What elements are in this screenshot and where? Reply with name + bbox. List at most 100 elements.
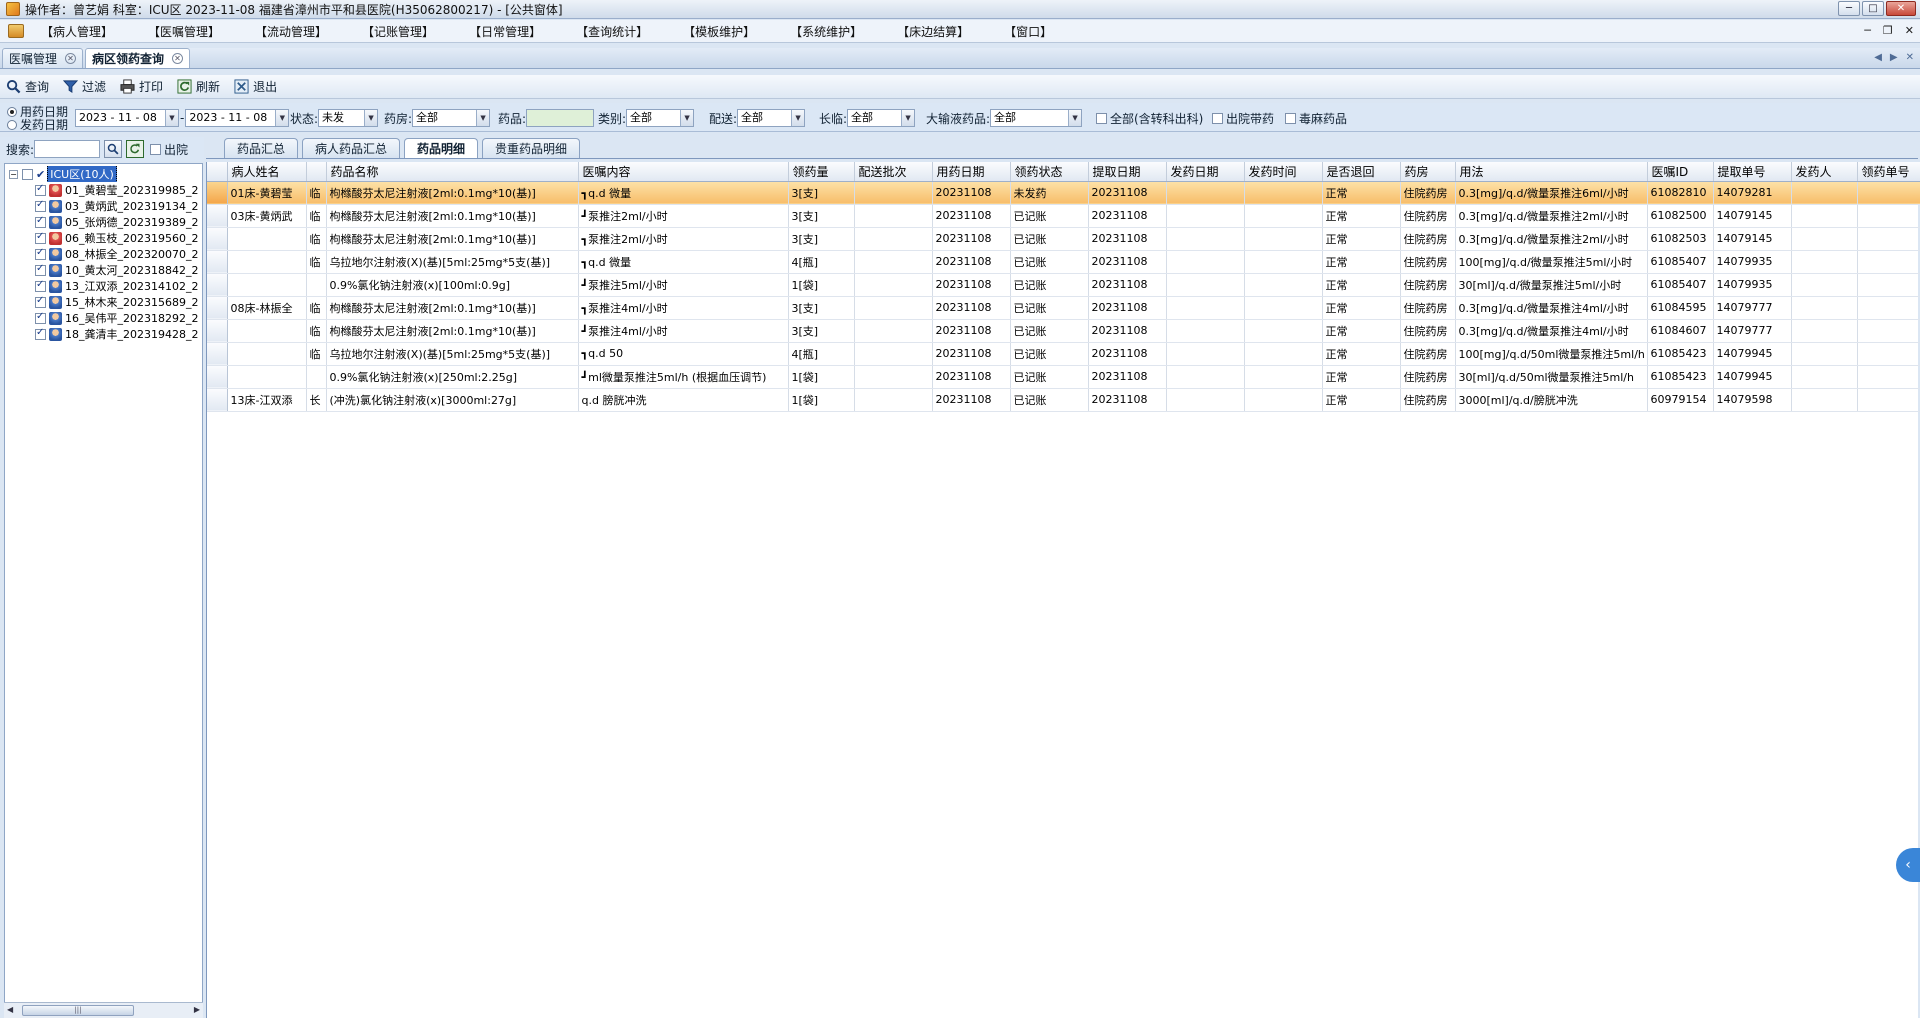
row-indicator[interactable] xyxy=(207,227,228,251)
column-header[interactable]: 医嘱ID xyxy=(1647,162,1714,182)
tab-next-icon[interactable]: ▶ xyxy=(1890,52,1898,63)
table-row[interactable]: 01床-黄碧莹临枸橼酸芬太尼注射液[2ml:0.1mg*10(基)] ┓q.d 微… xyxy=(207,181,1920,205)
row-indicator[interactable] xyxy=(207,250,228,274)
status-select[interactable]: 未发 ▼ xyxy=(318,109,379,127)
print-button[interactable]: 打印 xyxy=(120,78,163,95)
menu-system-maintenance[interactable]: 【系统维护】 xyxy=(785,21,867,42)
patient-checkbox[interactable] xyxy=(35,279,46,292)
mdi-close-icon[interactable]: ✕ xyxy=(1905,24,1914,37)
app-menu-icon[interactable] xyxy=(8,24,24,38)
dropdown-arrow-icon[interactable]: ▼ xyxy=(1068,110,1082,126)
menu-patient-management[interactable]: 【病人管理】 xyxy=(36,21,118,42)
all-transfer-checkbox[interactable] xyxy=(1096,112,1107,124)
date-from-picker[interactable]: 2023 - 11 - 08 ▼ xyxy=(75,109,179,127)
table-row[interactable]: 临乌拉地尔注射液(X)(基)[5ml:25mg*5支(基)] ┓q.d 微量 4[瓶… xyxy=(207,250,1920,274)
tab-patient-drug-summary[interactable]: 病人药品汇总 xyxy=(302,138,401,158)
table-row[interactable]: 13床-江双添长 (冲洗)氯化钠注射液(x)[3000ml:27g] q.d 膀胱冲… xyxy=(207,388,1920,412)
row-indicator[interactable] xyxy=(207,319,228,343)
row-indicator[interactable] xyxy=(207,273,228,297)
dropdown-arrow-icon[interactable]: ▼ xyxy=(901,110,915,126)
row-indicator[interactable] xyxy=(207,296,228,320)
tree-patient-node[interactable]: 01_黄碧莹_202319985_2 xyxy=(35,182,198,198)
tab-drug-summary[interactable]: 药品汇总 xyxy=(224,138,299,158)
column-header[interactable]: 用法 xyxy=(1455,162,1648,182)
tab-ward-drug-query[interactable]: 病区领药查询 ✕ xyxy=(85,48,191,68)
table-row[interactable]: 临枸橼酸芬太尼注射液[2ml:0.1mg*10(基)] ┓泵推注2ml/小时 3[支… xyxy=(207,227,1920,251)
tree-patient-node[interactable]: 18_龚清丰_202319428_2 xyxy=(35,326,198,342)
menu-daily-management[interactable]: 【日常管理】 xyxy=(464,21,546,42)
infusion-select[interactable]: 全部 ▼ xyxy=(990,109,1083,127)
menu-billing-management[interactable]: 【记账管理】 xyxy=(357,21,439,42)
row-indicator[interactable] xyxy=(207,388,228,412)
refresh-button[interactable]: 刷新 xyxy=(177,78,220,95)
drug-input[interactable] xyxy=(526,109,595,127)
patient-checkbox[interactable] xyxy=(35,295,46,308)
discharged-checkbox[interactable] xyxy=(150,143,162,155)
maximize-button[interactable]: □ xyxy=(1862,1,1884,16)
tree-patient-node[interactable]: 10_黄太河_202318842_2 xyxy=(35,262,198,278)
dropdown-arrow-icon[interactable]: ▼ xyxy=(680,110,694,126)
tree-root[interactable]: − ✔ ICU区(10人) xyxy=(9,166,117,182)
row-indicator[interactable] xyxy=(207,181,228,205)
patient-checkbox[interactable] xyxy=(35,231,46,244)
tree-patient-node[interactable]: 15_林木来_202315689_2 xyxy=(35,294,198,310)
column-header[interactable]: 用药日期 xyxy=(932,162,1011,182)
tab-close-all-icon[interactable]: ✕ xyxy=(1906,52,1914,63)
patient-checkbox[interactable] xyxy=(35,247,46,260)
patient-checkbox[interactable] xyxy=(35,311,46,324)
menu-template-maintenance[interactable]: 【模板维护】 xyxy=(678,21,760,42)
column-header[interactable]: 是否退回 xyxy=(1322,162,1401,182)
dropdown-arrow-icon[interactable]: ▼ xyxy=(476,110,490,126)
row-indicator[interactable] xyxy=(207,342,228,366)
tab-expensive-drug-detail[interactable]: 贵重药品明细 xyxy=(482,138,581,158)
column-header[interactable]: 发药时间 xyxy=(1244,162,1323,182)
close-tab-icon[interactable]: ✕ xyxy=(65,53,77,64)
close-tab-icon[interactable]: ✕ xyxy=(172,53,184,64)
dropdown-arrow-icon[interactable]: ▼ xyxy=(791,110,805,126)
column-header[interactable]: 药房 xyxy=(1400,162,1456,182)
table-row[interactable]: 0.9%氯化钠注射液(x)[250ml:2.25g] ┛ml微量泵推注5ml/h … xyxy=(207,365,1920,389)
column-header[interactable]: 医嘱内容 xyxy=(578,162,789,182)
tree-refresh-button[interactable] xyxy=(126,140,145,158)
tree-root-checkbox[interactable] xyxy=(22,168,33,180)
menu-order-management[interactable]: 【医嘱管理】 xyxy=(143,21,225,42)
date-to-picker[interactable]: 2023 - 11 - 08 ▼ xyxy=(185,109,290,127)
exit-button[interactable]: 退出 xyxy=(234,78,277,95)
mdi-restore-icon[interactable]: ❐ xyxy=(1883,24,1893,37)
patient-search-input[interactable] xyxy=(34,140,101,158)
delivery-select[interactable]: 全部 ▼ xyxy=(737,109,806,127)
tree-patient-node[interactable]: 05_张炳德_202319389_2 xyxy=(35,214,198,230)
dropdown-arrow-icon[interactable]: ▼ xyxy=(364,110,378,126)
column-header[interactable]: 发药人 xyxy=(1791,162,1858,182)
table-row[interactable]: 0.9%氯化钠注射液(x)[100ml:0.9g] ┛泵推注5ml/小时 1[袋] 2… xyxy=(207,273,1920,297)
column-header[interactable]: 发药日期 xyxy=(1166,162,1245,182)
table-row[interactable]: 08床-林振全临枸橼酸芬太尼注射液[2ml:0.1mg*10(基)] ┓泵推注4m… xyxy=(207,296,1920,320)
tree-patient-node[interactable]: 06_赖玉枝_202319560_2 xyxy=(35,230,198,246)
query-button[interactable]: 查询 xyxy=(6,78,49,95)
column-header[interactable] xyxy=(306,162,327,182)
table-row[interactable]: 临枸橼酸芬太尼注射液[2ml:0.1mg*10(基)] ┛泵推注4ml/小时 3[支… xyxy=(207,319,1920,343)
patient-checkbox[interactable] xyxy=(35,327,46,340)
column-header[interactable]: 配送批次 xyxy=(854,162,933,182)
collapse-icon[interactable]: − xyxy=(9,169,18,179)
row-indicator[interactable] xyxy=(207,365,228,389)
radio-dispense-date[interactable]: 发药日期 xyxy=(7,118,68,131)
patient-checkbox[interactable] xyxy=(35,263,46,276)
scrollbar-thumb[interactable]: ||| xyxy=(22,1005,134,1016)
dropdown-arrow-icon[interactable]: ▼ xyxy=(275,110,289,126)
toxic-drugs-checkbox[interactable] xyxy=(1285,112,1296,124)
column-header[interactable]: 领药状态 xyxy=(1010,162,1089,182)
menu-window[interactable]: 【窗口】 xyxy=(999,21,1057,42)
tree-patient-node[interactable]: 03_黄炳武_202319134_2 xyxy=(35,198,198,214)
patient-search-button[interactable] xyxy=(104,140,123,158)
patient-checkbox[interactable] xyxy=(35,183,46,196)
column-header[interactable]: 领药单号 xyxy=(1857,162,1920,182)
column-header[interactable]: 药品名称 xyxy=(326,162,579,182)
table-row[interactable]: 临乌拉地尔注射液(X)(基)[5ml:25mg*5支(基)] ┓q.d 50 4[瓶… xyxy=(207,342,1920,366)
menu-query-statistics[interactable]: 【查询统计】 xyxy=(571,21,653,42)
radio-use-date[interactable]: 用药日期 xyxy=(7,105,68,118)
tab-order-management[interactable]: 医嘱管理 ✕ xyxy=(2,48,84,68)
menu-bedside-settlement[interactable]: 【床边结算】 xyxy=(892,21,974,42)
patient-checkbox[interactable] xyxy=(35,199,46,212)
table-row[interactable]: 03床-黄炳武临枸橼酸芬太尼注射液[2ml:0.1mg*10(基)] ┛泵推注2m… xyxy=(207,204,1920,228)
